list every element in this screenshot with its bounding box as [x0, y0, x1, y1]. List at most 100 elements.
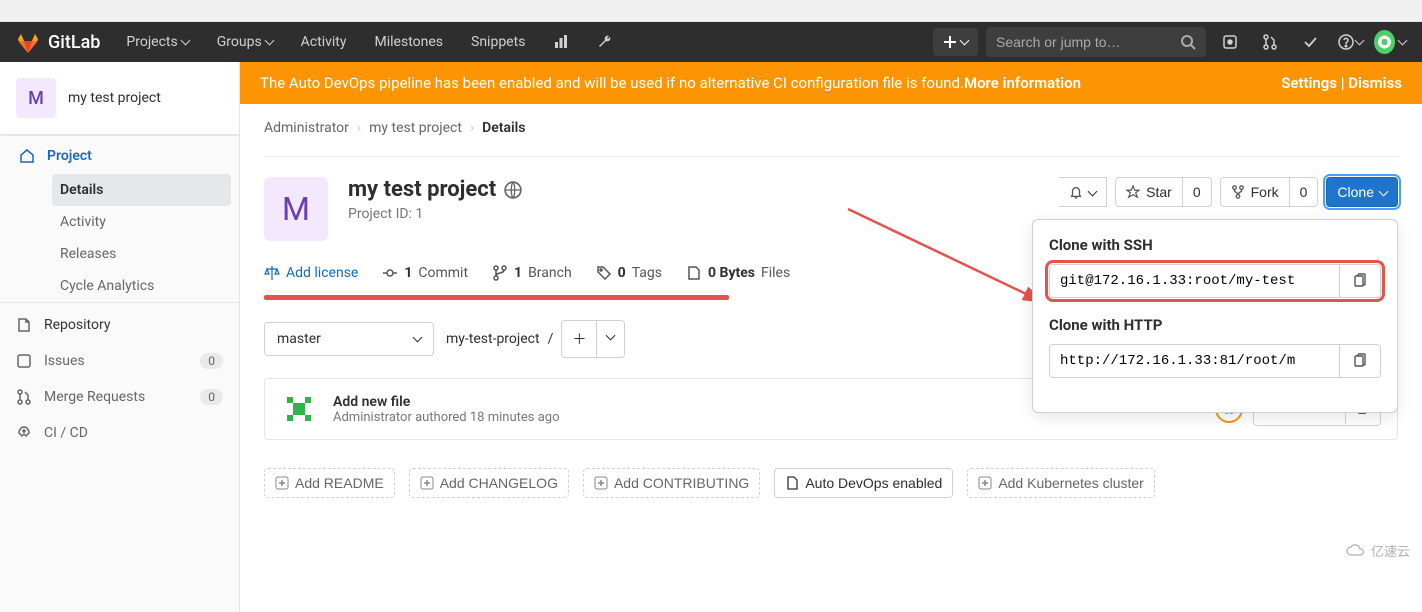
- sidebar-cicd[interactable]: CI / CD: [0, 415, 239, 451]
- progress-bar: [264, 295, 729, 300]
- clone-dropdown-panel: Clone with SSH Clone with HTTP: [1032, 219, 1398, 413]
- project-hero: M my test project Project ID: 1 Star 0: [264, 177, 1398, 241]
- sidebar-releases[interactable]: Releases: [44, 238, 239, 270]
- search-icon: [1180, 34, 1196, 50]
- logo-area[interactable]: GitLab: [16, 30, 100, 54]
- add-changelog-button[interactable]: Add CHANGELOG: [409, 468, 569, 498]
- nav-projects[interactable]: Projects: [116, 26, 198, 58]
- browser-chrome-placeholder: [0, 0, 1422, 22]
- copy-icon: [1352, 273, 1368, 289]
- tree-add-dropdown[interactable]: [597, 321, 624, 357]
- alert-more-info-link[interactable]: More information: [964, 74, 1081, 92]
- commit-meta: Administrator authored 18 minutes ago: [333, 410, 559, 425]
- commit-title[interactable]: Add new file: [333, 394, 559, 410]
- search-box[interactable]: [986, 27, 1206, 57]
- project-actions: Star 0 Fork 0 Clone: [1059, 177, 1398, 207]
- nav-chart-icon[interactable]: [543, 26, 579, 58]
- file-icon: [785, 476, 799, 490]
- clone-ssh-title: Clone with SSH: [1049, 236, 1381, 254]
- branches-link[interactable]: 1 Branch: [492, 265, 572, 281]
- breadcrumb-project[interactable]: my test project: [369, 120, 462, 136]
- file-icon: [686, 265, 702, 281]
- chevron-down-icon: [1356, 34, 1363, 50]
- header-right: [933, 26, 1406, 58]
- path-breadcrumb: my-test-project / ＋: [446, 320, 625, 358]
- sidebar-issues[interactable]: Issues 0: [0, 343, 239, 379]
- search-input[interactable]: [996, 34, 1180, 50]
- autodevops-enabled-button[interactable]: Auto DevOps enabled: [774, 468, 953, 498]
- issues-count-badge: 0: [200, 353, 223, 369]
- issues-icon: [16, 353, 32, 369]
- alert-dismiss-link[interactable]: Dismiss: [1348, 74, 1402, 92]
- add-contributing-button[interactable]: Add CONTRIBUTING: [583, 468, 760, 498]
- tag-icon: [596, 265, 612, 281]
- chevron-down-icon: [1399, 34, 1406, 50]
- fork-button[interactable]: Fork: [1220, 177, 1290, 207]
- autodevops-alert: The Auto DevOps pipeline has been enable…: [240, 62, 1422, 104]
- chevron-down-icon: [414, 331, 421, 347]
- globe-icon: [504, 181, 522, 199]
- nav-activity[interactable]: Activity: [291, 26, 357, 58]
- home-icon: [19, 148, 35, 164]
- files-size-link[interactable]: 0 Bytes Files: [686, 265, 790, 281]
- commit-icon: [382, 265, 398, 281]
- nav-groups[interactable]: Groups: [207, 26, 283, 58]
- user-avatar-icon: [1374, 30, 1395, 54]
- add-kubernetes-button[interactable]: Add Kubernetes cluster: [967, 468, 1155, 498]
- brand-text: GitLab: [48, 32, 100, 53]
- help-icon[interactable]: [1334, 26, 1366, 58]
- fork-count[interactable]: 0: [1290, 177, 1319, 207]
- mr-count-badge: 0: [200, 389, 223, 405]
- clone-http-input[interactable]: [1050, 345, 1339, 377]
- add-readme-button[interactable]: Add README: [264, 468, 395, 498]
- chevron-down-icon: [182, 34, 189, 50]
- add-license-link[interactable]: Add license: [264, 265, 358, 281]
- alert-settings-link[interactable]: Settings: [1281, 74, 1337, 92]
- nav-wrench-icon[interactable]: [587, 26, 623, 58]
- copy-http-button[interactable]: [1339, 345, 1380, 377]
- sidebar-project[interactable]: Project: [0, 135, 239, 174]
- new-dropdown[interactable]: [933, 28, 978, 56]
- rocket-icon: [16, 425, 32, 441]
- scale-icon: [264, 265, 280, 281]
- sidebar-details[interactable]: Details: [52, 174, 231, 206]
- sidebar-repository[interactable]: Repository: [0, 302, 239, 343]
- sidebar-project-header[interactable]: M my test project: [0, 62, 239, 135]
- star-count[interactable]: 0: [1183, 177, 1212, 207]
- notification-button[interactable]: [1059, 177, 1107, 207]
- issues-shortcut-icon[interactable]: [1214, 26, 1246, 58]
- watermark: 亿速云: [1345, 541, 1410, 560]
- nav-snippets[interactable]: Snippets: [461, 26, 535, 58]
- plus-square-icon: [594, 476, 608, 490]
- clone-button[interactable]: Clone: [1326, 177, 1398, 207]
- breadcrumb-current: Details: [482, 120, 525, 136]
- sidebar-project-name: my test project: [68, 90, 161, 106]
- sidebar-merge-requests[interactable]: Merge Requests 0: [0, 379, 239, 415]
- tree-add-button[interactable]: ＋: [562, 321, 597, 357]
- chevron-down-icon: [961, 34, 968, 50]
- user-menu[interactable]: [1374, 26, 1406, 58]
- todos-icon[interactable]: [1294, 26, 1326, 58]
- breadcrumb-admin[interactable]: Administrator: [264, 120, 349, 136]
- bell-icon: [1069, 185, 1083, 199]
- project-title: my test project: [348, 177, 522, 202]
- commits-link[interactable]: 1 Commit: [382, 265, 468, 281]
- star-icon: [1126, 185, 1140, 199]
- branch-selector[interactable]: master: [264, 322, 434, 356]
- breadcrumb: Administrator › my test project › Detail…: [264, 120, 1398, 157]
- sidebar-cycle-analytics[interactable]: Cycle Analytics: [44, 270, 239, 302]
- chevron-down-icon: [607, 329, 614, 345]
- plus-square-icon: [420, 476, 434, 490]
- clone-http-field: [1049, 344, 1381, 378]
- gitlab-logo-icon: [16, 30, 40, 54]
- tags-link[interactable]: 0 Tags: [596, 265, 662, 281]
- merge-requests-shortcut-icon[interactable]: [1254, 26, 1286, 58]
- plus-square-icon: [275, 476, 289, 490]
- nav-milestones[interactable]: Milestones: [365, 26, 454, 58]
- plus-icon: [943, 35, 957, 49]
- path-root[interactable]: my-test-project: [446, 331, 540, 347]
- sidebar-activity[interactable]: Activity: [44, 206, 239, 238]
- star-button[interactable]: Star: [1115, 177, 1183, 207]
- clone-ssh-input[interactable]: [1050, 265, 1339, 297]
- copy-ssh-button[interactable]: [1339, 265, 1380, 297]
